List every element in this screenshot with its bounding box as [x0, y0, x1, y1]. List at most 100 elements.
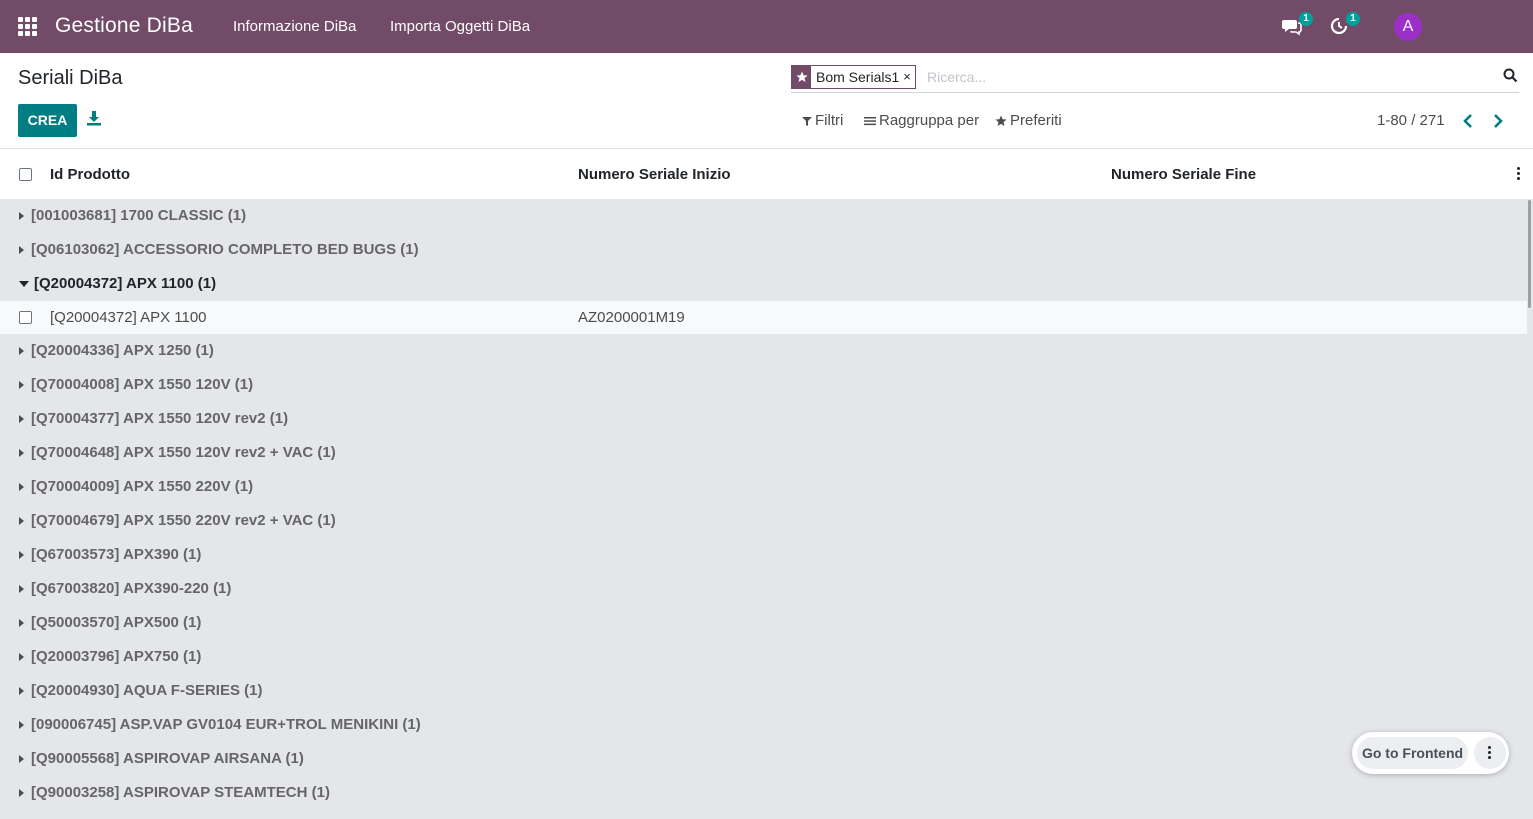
- activities-button[interactable]: 1: [1329, 12, 1360, 38]
- group-label: [090006745] ASP.VAP GV0104 EUR+TROL MENI…: [31, 716, 421, 733]
- breadcrumb: Seriali DiBa: [18, 67, 123, 89]
- group-row[interactable]: [001003681] 1700 CLASSIC (1): [0, 199, 1527, 233]
- pager-value[interactable]: 1-80 / 271: [1377, 112, 1445, 129]
- messages-count-badge: 1: [1299, 12, 1313, 26]
- favorites-dropdown[interactable]: Preferiti: [995, 112, 1062, 129]
- caret-right-icon: [19, 347, 24, 355]
- filters-dropdown[interactable]: Filtri: [802, 112, 843, 129]
- group-row[interactable]: [Q70004009] APX 1550 220V (1): [0, 470, 1527, 504]
- caret-right-icon: [19, 653, 24, 661]
- search-button[interactable]: [1503, 68, 1519, 84]
- filter-icon: [802, 116, 812, 126]
- caret-right-icon: [19, 619, 24, 627]
- group-row[interactable]: [Q67003573] APX390 (1): [0, 538, 1527, 572]
- select-all-checkbox[interactable]: [19, 168, 32, 181]
- filters-label: Filtri: [815, 112, 844, 129]
- group-row[interactable]: [Q50003570] APX500 (1): [0, 606, 1527, 640]
- group-row[interactable]: [Q20003796] APX750 (1): [0, 640, 1527, 674]
- column-header-numero-seriale-inizio[interactable]: Numero Seriale Inizio: [578, 166, 731, 183]
- group-label: [Q90005568] ASPIROVAP AIRSANA (1): [31, 750, 304, 767]
- caret-right-icon: [19, 381, 24, 389]
- group-label: [Q20004372] APX 1100 (1): [34, 275, 217, 292]
- app-title[interactable]: Gestione DiBa: [55, 14, 193, 38]
- group-row[interactable]: [Q90005568] ASPIROVAP AIRSANA (1): [0, 742, 1527, 776]
- group-label: [Q20004930] AQUA F-SERIES (1): [31, 682, 263, 699]
- download-icon: [87, 111, 101, 126]
- group-label: [Q70004679] APX 1550 220V rev2 + VAC (1): [31, 512, 336, 529]
- caret-down-icon: [19, 281, 29, 287]
- group-label: [Q70004008] APX 1550 120V (1): [31, 376, 254, 393]
- group-row[interactable]: [Q20004336] APX 1250 (1): [0, 334, 1527, 368]
- group-row[interactable]: [Q20004930] AQUA F-SERIES (1): [0, 674, 1527, 708]
- export-download-button[interactable]: [86, 110, 104, 130]
- caret-right-icon: [19, 585, 24, 593]
- group-row[interactable]: [Q90003258] ASPIROVAP STEAMTECH (1): [0, 776, 1527, 810]
- caret-right-icon: [19, 483, 24, 491]
- caret-right-icon: [19, 721, 24, 729]
- activities-count-badge: 1: [1346, 12, 1360, 26]
- main-navbar: Gestione DiBa Informazione DiBa Importa …: [0, 0, 1533, 53]
- list-header: Id Prodotto Numero Seriale Inizio Numero…: [0, 149, 1533, 199]
- column-header-numero-seriale-fine[interactable]: Numero Seriale Fine: [1111, 166, 1256, 183]
- caret-right-icon: [19, 246, 24, 254]
- caret-right-icon: [19, 517, 24, 525]
- cell-numero-seriale-inizio: AZ0200001M19: [578, 309, 685, 326]
- group-label: [Q70004009] APX 1550 220V (1): [31, 478, 254, 495]
- caret-right-icon: [19, 789, 24, 797]
- menu-informazione-diba[interactable]: Informazione DiBa: [233, 18, 356, 35]
- create-button[interactable]: CREA: [18, 104, 77, 137]
- group-row[interactable]: [Q06103062] ACCESSORIO COMPLETO BED BUGS…: [0, 233, 1527, 267]
- groupby-label: Raggruppa per: [879, 112, 980, 129]
- chevron-right-icon: [1494, 114, 1503, 128]
- optional-columns-toggle[interactable]: [1516, 167, 1522, 183]
- search-input[interactable]: [927, 66, 1487, 88]
- group-label: [Q06103062] ACCESSORIO COMPLETO BED BUGS…: [31, 241, 419, 258]
- group-label: [Q90003258] ASPIROVAP STEAMTECH (1): [31, 784, 330, 801]
- group-row[interactable]: [Q67003820] APX390-220 (1): [0, 572, 1527, 606]
- caret-right-icon: [19, 755, 24, 763]
- group-label: [Q70004377] APX 1550 120V rev2 (1): [31, 410, 289, 427]
- star-icon: [995, 115, 1007, 126]
- group-row[interactable]: [Q70004377] APX 1550 120V rev2 (1): [0, 402, 1527, 436]
- more-options-button[interactable]: [1474, 737, 1506, 769]
- user-avatar[interactable]: A: [1394, 13, 1422, 41]
- menu-importa-oggetti-diba[interactable]: Importa Oggetti DiBa: [390, 18, 530, 35]
- search-facet: Bom Serials1 ×: [791, 65, 916, 89]
- favorites-label: Preferiti: [1010, 112, 1062, 129]
- scrollbar-thumb[interactable]: [1528, 200, 1531, 308]
- caret-right-icon: [19, 551, 24, 559]
- search-bar: Bom Serials1 ×: [791, 62, 1519, 93]
- frontend-widget: Go to Frontend: [1352, 732, 1509, 774]
- group-row[interactable]: [Q70004648] APX 1550 120V rev2 + VAC (1): [0, 436, 1527, 470]
- caret-right-icon: [19, 212, 24, 220]
- messages-button[interactable]: 1: [1282, 12, 1313, 38]
- search-icon: [1503, 68, 1518, 83]
- star-icon: [792, 66, 811, 88]
- group-row[interactable]: [Q70004008] APX 1550 120V (1): [0, 368, 1527, 402]
- group-row[interactable]: [Q20004372] APX 1100 (1): [0, 267, 1527, 301]
- caret-right-icon: [19, 415, 24, 423]
- facet-value: Bom Serials1: [816, 69, 900, 85]
- caret-right-icon: [19, 687, 24, 695]
- group-label: [Q67003573] APX390 (1): [31, 546, 202, 563]
- group-label: [Q70004648] APX 1550 120V rev2 + VAC (1): [31, 444, 336, 461]
- table-row[interactable]: [Q20004372] APX 1100 AZ0200001M19: [0, 301, 1527, 334]
- facet-remove-button[interactable]: ×: [903, 66, 915, 88]
- groupby-dropdown[interactable]: Raggruppa per: [864, 112, 979, 129]
- group-label: [Q20003796] APX750 (1): [31, 648, 202, 665]
- list-icon: [864, 116, 876, 125]
- apps-menu-icon[interactable]: [18, 17, 37, 36]
- group-row[interactable]: [090006745] ASP.VAP GV0104 EUR+TROL MENI…: [0, 708, 1527, 742]
- cell-id-prodotto: [Q20004372] APX 1100: [50, 309, 207, 326]
- pager-next-button[interactable]: [1491, 112, 1505, 130]
- row-select-checkbox[interactable]: [19, 311, 32, 324]
- chevron-left-icon: [1463, 114, 1472, 128]
- go-to-frontend-button[interactable]: Go to Frontend: [1357, 737, 1468, 769]
- control-panel: Seriali DiBa CREA Bom Serials1 × Filtri …: [0, 53, 1533, 149]
- group-label: [001003681] 1700 CLASSIC (1): [31, 207, 247, 224]
- group-row[interactable]: [Q70004679] APX 1550 220V rev2 + VAC (1): [0, 504, 1527, 538]
- caret-right-icon: [19, 449, 24, 457]
- column-header-id-prodotto[interactable]: Id Prodotto: [50, 166, 130, 183]
- pager-previous-button[interactable]: [1461, 112, 1475, 130]
- group-label: [Q67003820] APX390-220 (1): [31, 580, 232, 597]
